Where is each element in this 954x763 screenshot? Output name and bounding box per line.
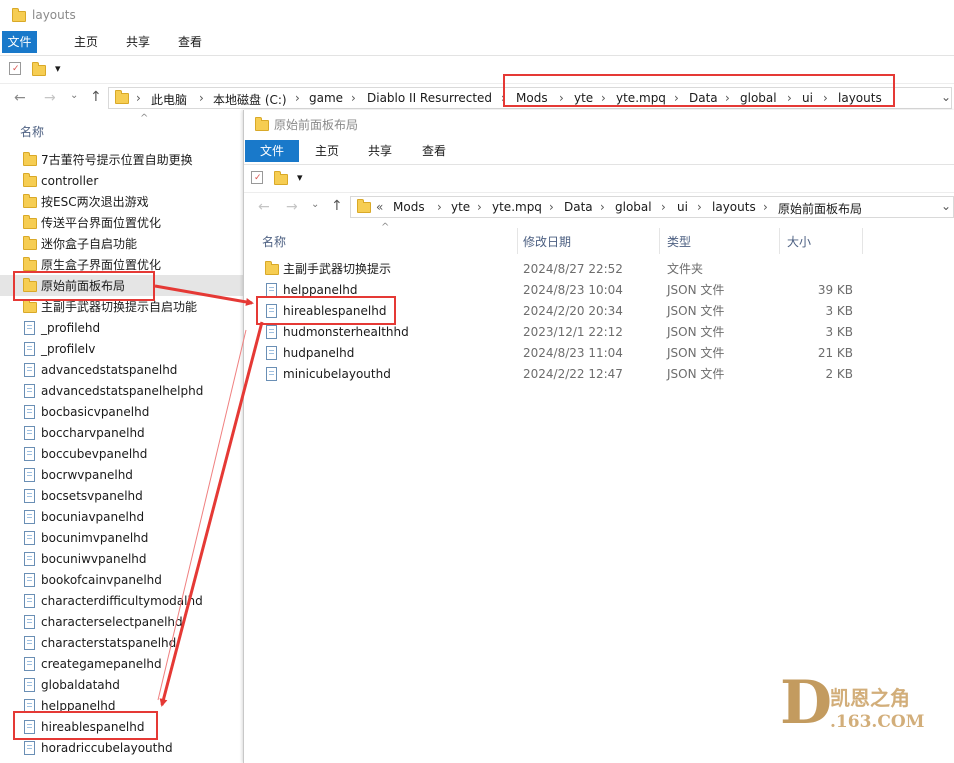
watermark-brand: 凯恩之角 xyxy=(830,686,910,710)
arrow-to-front-window xyxy=(154,284,254,306)
arrow-down-thick xyxy=(159,321,264,707)
watermark-logo-letter: D xyxy=(780,668,833,738)
watermark-domain: .163.COM xyxy=(830,712,925,732)
arrow-down-thin xyxy=(157,329,247,701)
watermark: D 凯恩之角 .163.COM xyxy=(768,660,948,760)
annotation-arrows xyxy=(154,284,264,707)
